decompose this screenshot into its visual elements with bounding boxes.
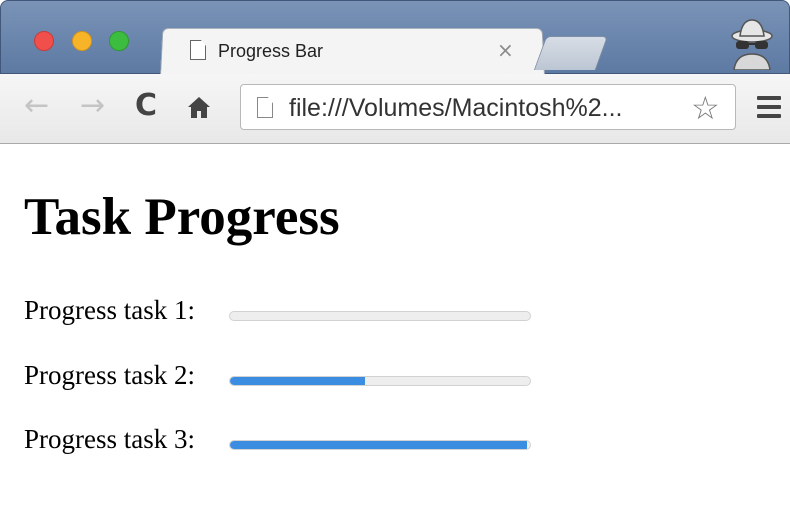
address-url: file:///Volumes/Macintosh%2... [289, 94, 623, 122]
progress-fill [230, 377, 365, 385]
task-label: Progress task 2: [24, 360, 195, 390]
forward-arrow-icon[interactable]: → [80, 88, 105, 124]
back-arrow-icon[interactable]: ← [24, 88, 49, 124]
progress-bar [229, 311, 531, 321]
window-close-button[interactable] [34, 31, 54, 51]
document-icon [190, 40, 206, 60]
hamburger-menu-icon[interactable] [757, 96, 781, 118]
home-icon[interactable] [186, 88, 212, 124]
reload-icon[interactable]: C [135, 88, 157, 124]
progress-bar [229, 440, 531, 450]
progress-bar [229, 376, 531, 386]
page-title: Task Progress [24, 188, 340, 246]
incognito-icon [724, 14, 780, 71]
page-info-icon[interactable] [257, 97, 273, 118]
task-label: Progress task 1: [24, 295, 195, 325]
browser-toolbar: ← → C file:///Volumes/Macintosh%2... ☆ [0, 74, 790, 144]
new-tab-button[interactable] [533, 36, 609, 70]
page-content: Task Progress Progress task 1: Progress … [8, 145, 790, 522]
browser-tab[interactable]: Progress Bar × [173, 30, 543, 74]
task-label: Progress task 3: [24, 424, 195, 454]
tab-close-icon[interactable]: × [497, 38, 514, 62]
tab-title: Progress Bar [218, 41, 324, 61]
progress-fill [230, 441, 527, 449]
bookmark-star-icon[interactable]: ☆ [691, 89, 720, 127]
window-minimize-button[interactable] [72, 31, 92, 51]
window-maximize-button[interactable] [109, 31, 129, 51]
address-bar[interactable]: file:///Volumes/Macintosh%2... ☆ [240, 84, 736, 130]
